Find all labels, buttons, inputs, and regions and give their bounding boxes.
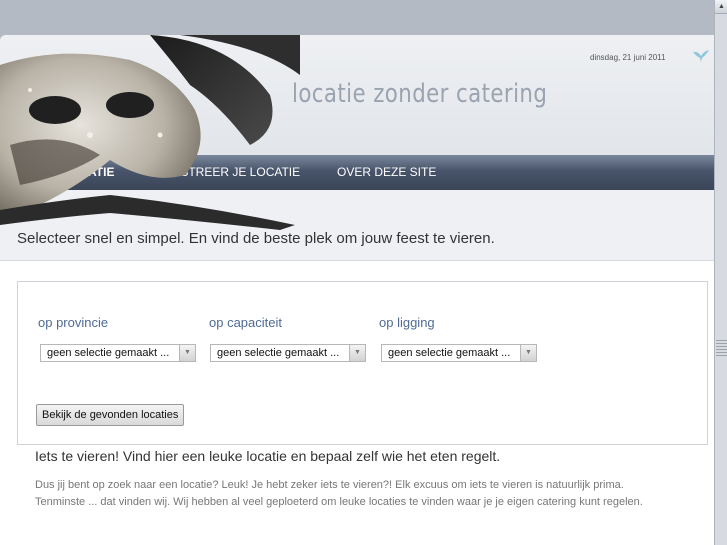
intro-text-line-2: Tenminste ... dat vinden wij. Wij hebben… <box>35 496 643 508</box>
page: dinsdag, 21 juni 2011 locatie zonder cat… <box>0 35 714 545</box>
ligging-select[interactable]: geen selectie gemaakt ... ▼ <box>381 344 537 362</box>
vertical-scrollbar[interactable]: ▲ <box>714 0 727 545</box>
intro-title: Iets te vieren! Vind hier een leuke loca… <box>35 448 501 464</box>
dropdown-arrow-icon[interactable]: ▼ <box>520 345 536 361</box>
provincie-select[interactable]: geen selectie gemaakt ... ▼ <box>40 344 196 362</box>
ligging-select-value: geen selectie gemaakt ... <box>388 347 511 359</box>
current-date: dinsdag, 21 juni 2011 <box>590 53 666 62</box>
provincie-select-value: geen selectie gemaakt ... <box>47 347 170 359</box>
intro-text-line-1: Dus jij bent op zoek naar een locatie? L… <box>35 479 624 491</box>
nav-item-over-deze-site[interactable]: OVER DEZE SITE <box>337 165 436 179</box>
filter-label-capaciteit: op capaciteit <box>209 315 282 330</box>
dropdown-arrow-icon[interactable]: ▼ <box>349 345 365 361</box>
site-title: locatie zonder catering <box>292 79 548 109</box>
filter-label-ligging: op ligging <box>379 315 435 330</box>
filter-label-provincie: op provincie <box>38 315 109 330</box>
search-panel: op provincie op capaciteit op ligging ge… <box>17 281 708 445</box>
scroll-up-arrow-icon[interactable]: ▲ <box>715 0 727 14</box>
scrollbar-grip[interactable] <box>716 340 727 356</box>
bird-logo-icon <box>693 50 709 62</box>
capaciteit-select[interactable]: geen selectie gemaakt ... ▼ <box>210 344 366 362</box>
intro-text: Dus jij bent op zoek naar een locatie? L… <box>35 477 685 511</box>
capaciteit-select-value: geen selectie gemaakt ... <box>217 347 340 359</box>
dropdown-arrow-icon[interactable]: ▼ <box>179 345 195 361</box>
view-locations-button[interactable]: Bekijk de gevonden locaties <box>36 404 185 426</box>
masquerade-mask-image <box>0 35 300 230</box>
